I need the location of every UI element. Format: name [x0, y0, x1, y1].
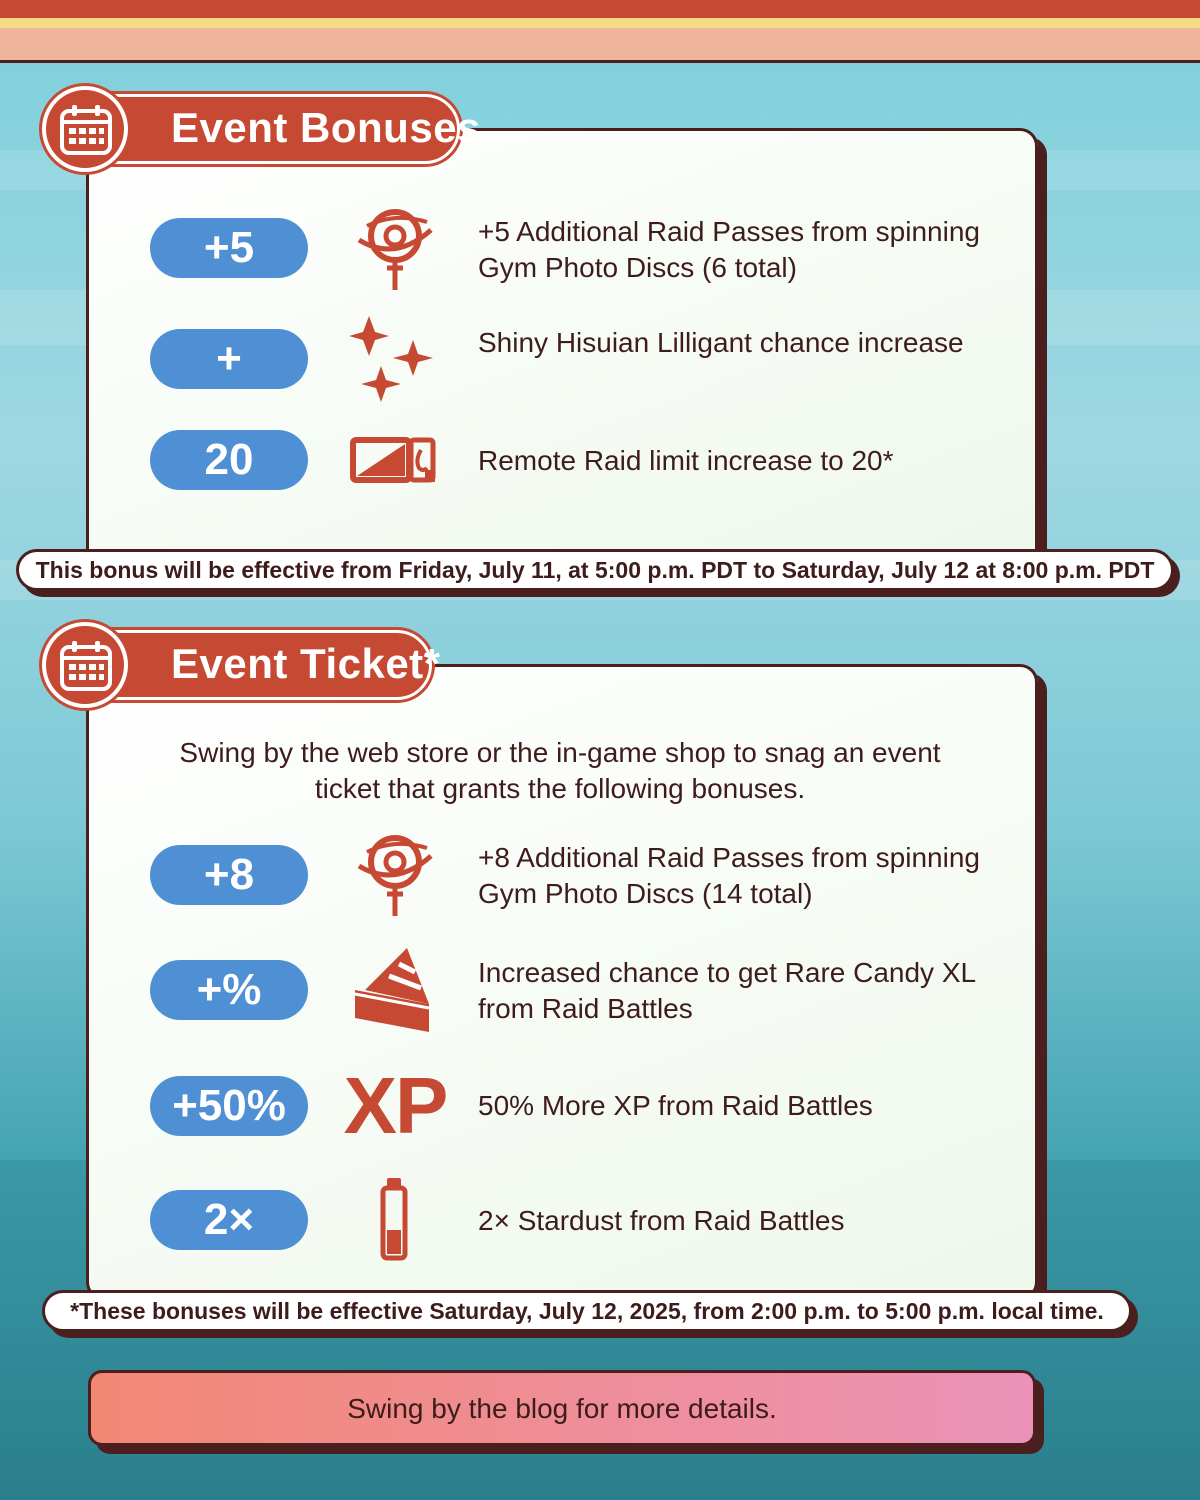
event-bonuses-title: Event Bonuses [171, 104, 481, 151]
raid-pass-icon [345, 200, 445, 300]
calendar-icon [42, 622, 128, 708]
ticket-badge: +50% [150, 1076, 308, 1136]
ticket-badge: 2× [150, 1190, 308, 1250]
ticket-text: 50% More XP from Raid Battles [478, 1090, 873, 1121]
ticket-badge: +% [150, 960, 308, 1020]
ticket-badge: +8 [150, 845, 308, 905]
stardust-icon [345, 1172, 445, 1272]
event-ticket-title: Event Ticket* [171, 640, 441, 687]
ticket-text: Increased chance to get Rare Candy XL fr… [478, 957, 976, 1024]
event-ticket-intro: Swing by the web store or the in-game sh… [179, 737, 941, 804]
top-stripe-yellow [0, 18, 1200, 28]
top-divider [0, 60, 1200, 63]
bonus-badge: + [150, 329, 308, 389]
ticket-text: 2× Stardust from Raid Battles [478, 1205, 845, 1236]
event-bonuses-header: Event Bonuses [72, 94, 480, 164]
top-stripe-peach [0, 28, 1200, 60]
ticket-text: +8 Additional Raid Passes from spinning … [478, 842, 980, 909]
bonus-text: +5 Additional Raid Passes from spinning … [478, 216, 980, 283]
bonus-badge: 20 [150, 430, 308, 490]
sparkles-icon [345, 312, 445, 412]
bonus-badge: +5 [150, 218, 308, 278]
event-bonuses-notice: This bonus will be effective from Friday… [16, 549, 1174, 591]
bonus-text: Remote Raid limit increase to 20* [478, 445, 894, 476]
calendar-icon [42, 86, 128, 172]
rare-candy-xl-icon [345, 942, 445, 1042]
xp-icon: XP [343, 1061, 449, 1150]
blog-details-button[interactable]: Swing by the blog for more details. [88, 1370, 1036, 1446]
remote-raid-pass-icon [345, 410, 445, 510]
bonus-text: Shiny Hisuian Lilligant chance increase [478, 327, 964, 358]
top-stripe-red [0, 0, 1200, 18]
raid-pass-icon [345, 826, 445, 926]
event-ticket-notice: *These bonuses will be effective Saturda… [42, 1290, 1132, 1332]
